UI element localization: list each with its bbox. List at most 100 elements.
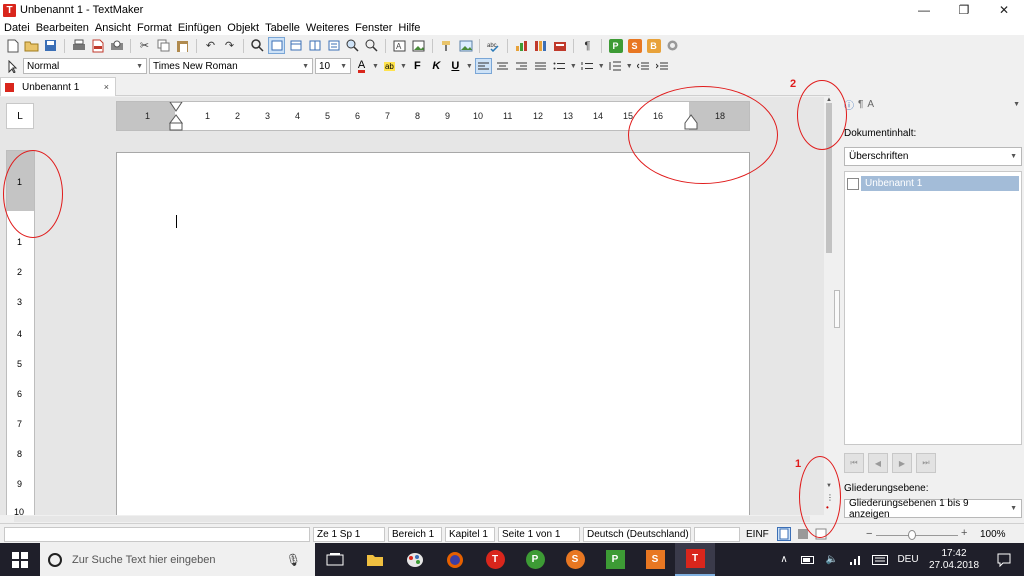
increase-indent-icon[interactable] <box>654 58 671 74</box>
zoom-slider-knob[interactable] <box>908 530 916 540</box>
highlight-button[interactable]: ab <box>381 58 398 74</box>
chevron-down-icon[interactable]: ▼ <box>372 63 379 70</box>
battery-icon[interactable] <box>796 555 820 564</box>
menu-format[interactable]: Format <box>137 22 172 34</box>
normal-view-status-icon[interactable] <box>777 527 791 541</box>
keyboard-icon[interactable] <box>868 554 892 565</box>
taskbar-presentations-icon[interactable]: S <box>555 543 595 576</box>
numbered-list-icon[interactable] <box>579 58 596 74</box>
copy-icon[interactable] <box>155 37 172 54</box>
clock[interactable]: 17:42 27.04.2018 <box>924 548 984 572</box>
planmaker-icon[interactable]: P <box>607 37 624 54</box>
network-icon[interactable] <box>844 554 868 566</box>
windows-start-icon[interactable] <box>0 543 40 576</box>
presentations-icon[interactable]: S <box>626 37 643 54</box>
status-language[interactable]: Deutsch (Deutschland) <box>583 527 691 542</box>
maximize-button[interactable]: ❐ <box>944 0 984 20</box>
tray-overflow-icon[interactable]: ∧ <box>772 554 796 565</box>
font-size-select[interactable]: 10 ▼ <box>315 58 351 74</box>
prev-heading-icon[interactable]: ◀ <box>868 453 888 473</box>
paragraph-style-select[interactable]: Normal ▼ <box>23 58 147 74</box>
picture-icon[interactable] <box>457 37 474 54</box>
redo-icon[interactable]: ↷ <box>221 37 238 54</box>
bullet-list-icon[interactable] <box>551 58 568 74</box>
character-style-icon[interactable]: A <box>867 99 874 110</box>
chevron-down-icon[interactable]: ▼ <box>570 63 577 70</box>
menu-einfuegen[interactable]: Einfügen <box>178 22 221 34</box>
undo-icon[interactable]: ↶ <box>202 37 219 54</box>
chevron-down-icon[interactable]: ▼ <box>400 63 407 70</box>
zoom-in-icon[interactable]: + <box>961 527 967 539</box>
align-right-button[interactable] <box>513 58 530 74</box>
microphone-icon[interactable]: 🎙 <box>286 553 301 567</box>
chevron-down-icon[interactable]: ▼ <box>598 63 605 70</box>
open-folder-icon[interactable] <box>23 37 40 54</box>
close-button[interactable]: ✕ <box>984 0 1024 20</box>
input-language[interactable]: DEU <box>892 554 924 565</box>
line-spacing-icon[interactable] <box>607 58 624 74</box>
list-item[interactable]: Unbenannt 1 <box>847 176 1019 191</box>
chevron-down-icon[interactable]: ▼ <box>626 63 633 70</box>
paragraph-style-icon[interactable]: ¶ <box>858 99 863 110</box>
normal-view-icon[interactable] <box>268 37 285 54</box>
bold-button[interactable]: F <box>409 58 426 74</box>
left-indent-marker[interactable] <box>169 102 183 132</box>
text-frame-icon[interactable]: A <box>391 37 408 54</box>
taskbar-textmaker-active-icon[interactable]: T <box>675 543 715 576</box>
last-heading-icon[interactable]: ⏭ <box>916 453 936 473</box>
menu-weiteres[interactable]: Weiteres <box>306 22 349 34</box>
menu-bearbeiten[interactable]: Bearbeiten <box>36 22 89 34</box>
database-icon[interactable] <box>551 37 568 54</box>
justify-button[interactable] <box>532 58 549 74</box>
document-content-select[interactable]: Überschriften ▼ <box>844 147 1022 166</box>
notifications-icon[interactable] <box>984 553 1024 567</box>
first-heading-icon[interactable]: ⏮ <box>844 453 864 473</box>
heading-list[interactable]: Unbenannt 1 <box>844 171 1022 445</box>
paint-app-icon[interactable] <box>395 543 435 576</box>
basicmaker-icon[interactable]: B <box>645 37 662 54</box>
zoom-level[interactable]: 100% <box>980 529 1006 540</box>
print-icon[interactable] <box>70 37 87 54</box>
picture-frame-icon[interactable] <box>410 37 427 54</box>
zoom-out-icon[interactable]: − <box>866 528 872 540</box>
scrollbar-thumb[interactable] <box>14 516 810 522</box>
format-painter-icon[interactable] <box>438 37 455 54</box>
next-heading-icon[interactable]: ▶ <box>892 453 912 473</box>
cut-icon[interactable]: ✂ <box>136 37 153 54</box>
taskbar-presentations-square-icon[interactable]: S <box>635 543 675 576</box>
firefox-icon[interactable] <box>435 543 475 576</box>
zoom-slider-track[interactable] <box>876 535 958 536</box>
chart-icon[interactable] <box>513 37 530 54</box>
sidebar-splitter[interactable] <box>834 290 840 328</box>
taskbar-planmaker-icon[interactable]: P <box>515 543 555 576</box>
heading-checkbox[interactable] <box>847 177 859 190</box>
vertical-scrollbar[interactable]: ▲ ▼ ⋮ • <box>824 97 834 515</box>
task-view-icon[interactable] <box>315 543 355 576</box>
document-page[interactable] <box>116 152 750 515</box>
font-color-button[interactable]: A <box>353 58 370 74</box>
taskbar-textmaker-icon[interactable]: T <box>475 543 515 576</box>
zoom-fit-icon[interactable] <box>363 37 380 54</box>
search-icon[interactable] <box>249 37 266 54</box>
save-icon[interactable] <box>42 37 59 54</box>
horizontal-scrollbar[interactable] <box>0 515 826 523</box>
menu-hilfe[interactable]: Hilfe <box>398 22 420 34</box>
pointer-icon[interactable] <box>4 58 21 75</box>
align-left-button[interactable] <box>474 58 492 74</box>
spellcheck-icon[interactable]: abc <box>485 37 502 54</box>
master-page-icon[interactable] <box>306 37 323 54</box>
taskbar-planmaker-square-icon[interactable]: P <box>595 543 635 576</box>
minimize-button[interactable]: — <box>904 0 944 20</box>
menu-fenster[interactable]: Fenster <box>355 22 392 34</box>
decrease-indent-icon[interactable] <box>635 58 652 74</box>
menu-ansicht[interactable]: Ansicht <box>95 22 131 34</box>
italic-button[interactable]: K <box>428 58 445 74</box>
books-icon[interactable] <box>532 37 549 54</box>
outline-level-select[interactable]: Gliederungsebenen 1 bis 9 anzeigen ▼ <box>844 498 1022 520</box>
status-insert-mode[interactable]: EINF <box>743 527 773 542</box>
align-center-button[interactable] <box>494 58 511 74</box>
font-name-select[interactable]: Times New Roman ▼ <box>149 58 313 74</box>
menu-tabelle[interactable]: Tabelle <box>265 22 300 34</box>
pdf-export-icon[interactable] <box>89 37 106 54</box>
sidebar-menu-icon[interactable]: ▼ <box>1013 101 1020 108</box>
